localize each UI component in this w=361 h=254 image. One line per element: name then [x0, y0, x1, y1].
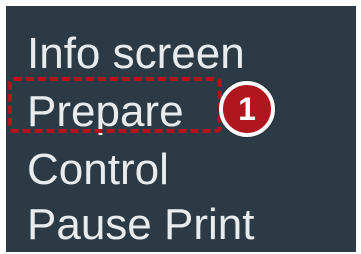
menu-item-pause-print[interactable]: Pause Print	[27, 203, 254, 247]
highlight-frame	[8, 77, 222, 133]
menu-item-control[interactable]: Control	[27, 148, 169, 192]
step-number-badge: 1	[219, 81, 275, 137]
menu-item-info-screen[interactable]: Info screen	[27, 32, 245, 76]
